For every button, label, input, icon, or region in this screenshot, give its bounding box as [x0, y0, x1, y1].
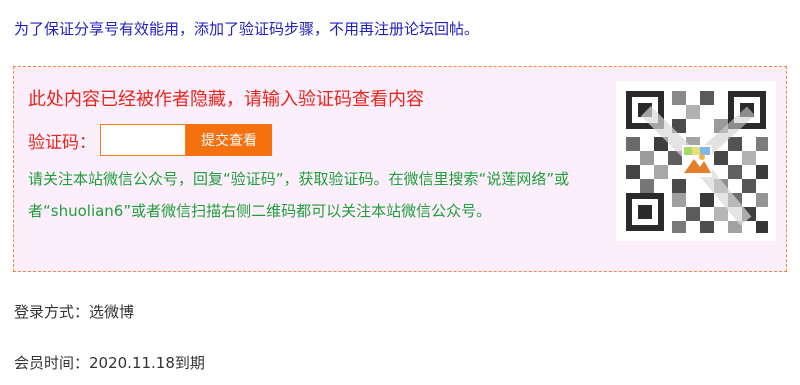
wechat-instructions: 请关注本站微信公众号，回复“验证码”，获取验证码。在微信里搜索“说莲网络”或者“…	[28, 170, 570, 220]
login-method: 登录方式：选微博	[14, 303, 135, 321]
submit-view-button[interactable]: 提交查看	[186, 124, 272, 156]
verification-code-label: 验证码：	[28, 132, 96, 153]
hidden-content-title: 此处内容已经被作者隐藏，请输入验证码查看内容	[28, 89, 424, 110]
qr-code-image	[616, 81, 776, 241]
qr-code-icon	[616, 81, 776, 241]
hidden-content-box: 此处内容已经被作者隐藏，请输入验证码查看内容 验证码： 提交查看 请关注本站微信…	[13, 66, 787, 272]
verification-code-row: 验证码： 提交查看	[28, 123, 272, 157]
verification-notice: 为了保证分享号有效能用，添加了验证码步骤，不用再注册论坛回帖。	[14, 20, 480, 38]
membership-expiry: 会员时间：2020.11.18到期	[14, 354, 205, 372]
verification-code-input[interactable]	[100, 124, 186, 156]
